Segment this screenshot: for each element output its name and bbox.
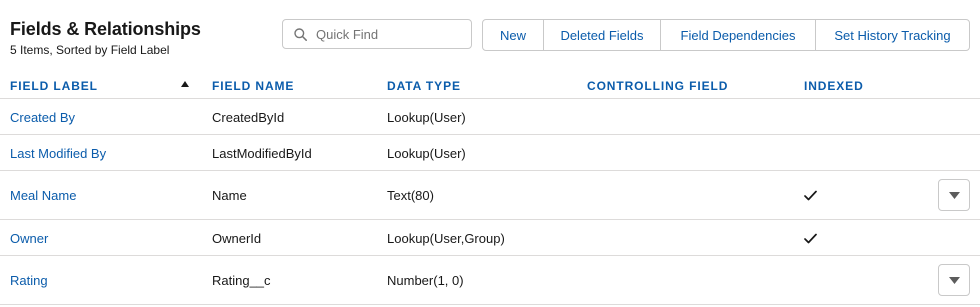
data-type-cell: Lookup(User,Group) <box>387 231 505 246</box>
checkmark-icon <box>804 233 817 244</box>
field-name-cell: CreatedById <box>212 110 285 125</box>
page-header: Fields & Relationships 5 Items, Sorted b… <box>0 0 980 70</box>
field-label-link[interactable]: Rating <box>10 273 48 288</box>
data-type-cell: Text(80) <box>387 188 434 203</box>
fields-table: FIELD LABEL FIELD NAME DATA TYPE CONTROL… <box>0 70 980 305</box>
table-row: Meal Name Name Text(80) <box>0 171 980 220</box>
field-dependencies-button[interactable]: Field Dependencies <box>660 20 815 50</box>
field-name-cell: Rating__c <box>212 273 271 288</box>
table-row: Rating Rating__c Number(1, 0) <box>0 256 980 305</box>
column-header-data-type[interactable]: DATA TYPE <box>387 79 461 93</box>
table-row: Owner OwnerId Lookup(User,Group) <box>0 220 980 256</box>
field-label-link[interactable]: Owner <box>10 231 48 246</box>
chevron-down-icon <box>948 191 960 199</box>
data-type-cell: Lookup(User) <box>387 146 466 161</box>
field-label-link[interactable]: Created By <box>10 110 75 125</box>
page-subtitle: 5 Items, Sorted by Field Label <box>10 43 170 57</box>
checkmark-icon <box>804 190 817 201</box>
field-label-link[interactable]: Last Modified By <box>10 146 106 161</box>
new-button[interactable]: New <box>483 20 543 50</box>
data-type-cell: Number(1, 0) <box>387 273 464 288</box>
chevron-down-icon <box>948 276 960 284</box>
sort-up-icon[interactable] <box>181 81 189 87</box>
page-title: Fields & Relationships <box>10 19 201 39</box>
data-type-cell: Lookup(User) <box>387 110 466 125</box>
quick-find-search[interactable] <box>282 19 472 49</box>
column-header-controlling-field[interactable]: CONTROLLING FIELD <box>587 79 728 93</box>
column-header-indexed[interactable]: INDEXED <box>804 79 864 93</box>
table-row: Created By CreatedById Lookup(User) <box>0 99 980 135</box>
quick-find-input[interactable] <box>316 26 456 42</box>
row-actions-menu-button[interactable] <box>938 264 970 296</box>
field-name-cell: LastModifiedById <box>212 146 312 161</box>
set-history-tracking-button[interactable]: Set History Tracking <box>815 20 969 50</box>
field-name-cell: OwnerId <box>212 231 262 246</box>
row-actions-menu-button[interactable] <box>938 179 970 211</box>
field-name-cell: Name <box>212 188 247 203</box>
action-button-group: New Deleted Fields Field Dependencies Se… <box>482 19 970 51</box>
field-label-link[interactable]: Meal Name <box>10 188 76 203</box>
table-header-row: FIELD LABEL FIELD NAME DATA TYPE CONTROL… <box>0 70 980 99</box>
column-header-field-name[interactable]: FIELD NAME <box>212 79 294 93</box>
column-header-field-label[interactable]: FIELD LABEL <box>10 79 98 93</box>
deleted-fields-button[interactable]: Deleted Fields <box>543 20 660 50</box>
search-icon <box>294 27 307 41</box>
table-row: Last Modified By LastModifiedById Lookup… <box>0 135 980 171</box>
